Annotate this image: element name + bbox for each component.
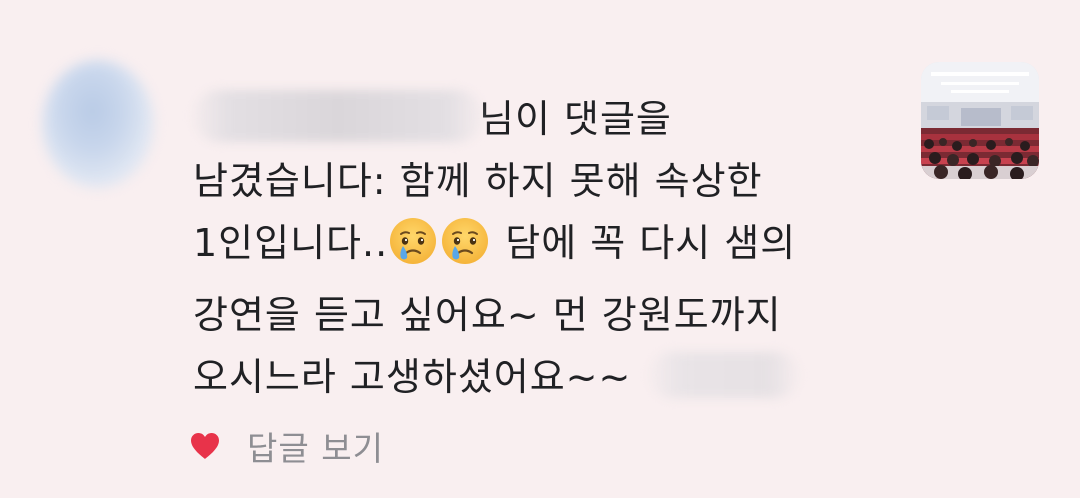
comment-notification[interactable]: 님이 댓글을 남겼습니다: 함께 하지 못해 속상한 1인입니다.. 담에 꼭 … <box>0 0 1080 498</box>
comment-line-5: 오시느라 고생하셨어요~~ <box>193 355 632 399</box>
comment-text: 님이 댓글을 남겼습니다: 함께 하지 못해 속상한 1인입니다.. 담에 꼭 … <box>193 88 893 408</box>
crying-face-icon <box>388 216 438 284</box>
blurred-signature <box>649 352 800 398</box>
comment-line-3-end: 담에 꼭 다시 샘의 <box>492 221 797 265</box>
comment-actions: 답글 보기 <box>189 424 384 468</box>
view-replies-link[interactable]: 답글 보기 <box>247 422 384 470</box>
crying-face-icon <box>440 216 490 284</box>
post-thumbnail[interactable] <box>921 62 1039 179</box>
lecture-hall-image <box>921 62 1039 179</box>
blurred-username <box>193 90 483 142</box>
comment-line-4: 강연을 듣고 싶어요~ 먼 강원도까지 <box>193 293 782 337</box>
avatar[interactable] <box>42 60 154 188</box>
heart-icon[interactable] <box>189 431 221 461</box>
comment-line-1: 님이 댓글을 <box>479 97 672 141</box>
comment-line-2: 남겼습니다: 함께 하지 못해 속상한 <box>193 159 763 203</box>
comment-line-3-start: 1인입니다.. <box>193 221 389 265</box>
